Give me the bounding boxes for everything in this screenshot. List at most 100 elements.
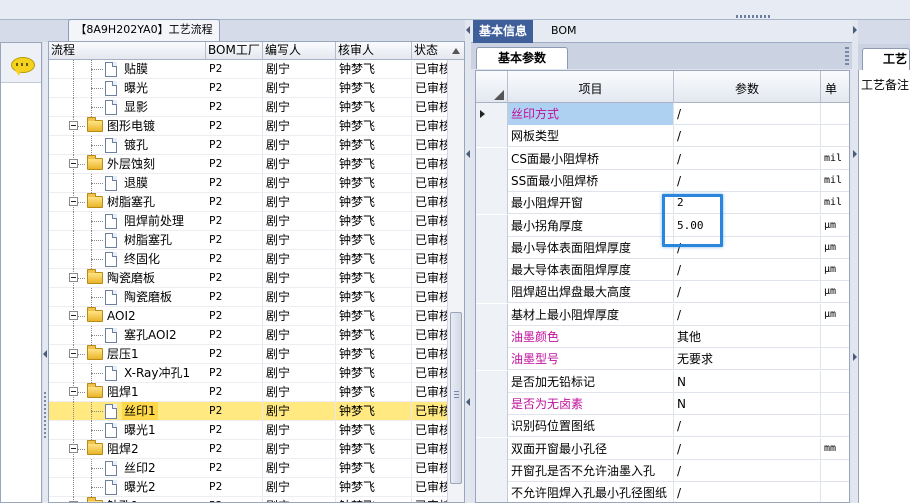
tree-row[interactable]: 贴膜 P2 剧宁 钟梦飞 已审核 xyxy=(49,60,448,79)
param-row[interactable]: 识别码位置图纸 / xyxy=(476,415,849,438)
tab-basic-info[interactable]: 基本信息 xyxy=(473,20,534,43)
param-row[interactable]: SS面最小阻焊桥 / mil xyxy=(476,169,849,192)
tree-row[interactable]: 曝光1 P2 剧宁 钟梦飞 已审核 xyxy=(49,421,448,440)
row-indicator[interactable] xyxy=(476,415,508,438)
param-value-cell[interactable]: 其他 xyxy=(674,326,821,348)
param-row[interactable]: 丝印方式 / xyxy=(476,103,849,125)
param-value-cell[interactable]: N xyxy=(674,392,821,415)
param-row[interactable]: 油墨颜色 其他 xyxy=(476,326,849,348)
tree-node-label[interactable]: 外层蚀刻 xyxy=(107,155,155,173)
tree-row[interactable]: 曝光2 P2 剧宁 钟梦飞 已审核 xyxy=(49,478,448,497)
tree-row[interactable]: 阻焊1 P2 剧宁 钟梦飞 已审核 xyxy=(49,383,448,402)
col-header-flow[interactable]: 流程 xyxy=(49,42,206,60)
row-indicator[interactable] xyxy=(476,281,508,304)
row-indicator[interactable] xyxy=(476,147,508,170)
tree-row[interactable]: 阻焊前处理 P2 剧宁 钟梦飞 已审核 xyxy=(49,212,448,231)
param-row[interactable]: 基材上最小阻焊厚度 / μm xyxy=(476,303,849,326)
param-value-cell[interactable]: / xyxy=(674,482,821,502)
row-indicator[interactable] xyxy=(476,370,508,393)
process-panel-title[interactable]: 【8A9H202YA0】工艺流程 xyxy=(68,19,220,41)
tree-row[interactable]: X-Ray冲孔1 P2 剧宁 钟梦飞 已审核 xyxy=(49,364,448,383)
col-header-reviewer[interactable]: 核审人 xyxy=(336,42,412,60)
param-value-cell[interactable]: / xyxy=(674,147,821,170)
tab-process[interactable]: 工艺 xyxy=(862,48,910,70)
param-value-cell[interactable]: / xyxy=(674,415,821,438)
col-header-item[interactable]: 项目 xyxy=(508,71,674,103)
tree-node-label[interactable]: 陶瓷磨板 xyxy=(124,288,172,306)
tree-row[interactable]: 退膜 P2 剧宁 钟梦飞 已审核 xyxy=(49,174,448,193)
param-value-cell[interactable]: / xyxy=(674,259,821,282)
param-row[interactable]: 开窗孔是否不允许油墨入孔 / xyxy=(476,459,849,482)
collapse-toggle-icon[interactable] xyxy=(69,197,78,206)
tree-node-label[interactable]: 树脂塞孔 xyxy=(124,231,172,249)
param-value-cell[interactable]: / xyxy=(674,169,821,192)
collapse-arrow-icon[interactable] xyxy=(466,398,470,406)
param-value-cell[interactable]: / xyxy=(674,125,821,148)
row-indicator[interactable] xyxy=(476,459,508,482)
row-indicator[interactable] xyxy=(476,169,508,192)
col-header-writer[interactable]: 编写人 xyxy=(263,42,336,60)
param-value-cell[interactable]: N xyxy=(674,370,821,393)
param-row[interactable]: 油墨型号 无要求 xyxy=(476,348,849,371)
tree-row[interactable]: 阻焊2 P2 剧宁 钟梦飞 已审核 xyxy=(49,440,448,459)
tree-node-label[interactable]: 图形电镀 xyxy=(107,117,155,135)
sort-ascending-icon[interactable] xyxy=(452,48,460,54)
tab-basic-params[interactable]: 基本参数 xyxy=(476,47,568,69)
collapse-toggle-icon[interactable] xyxy=(69,349,78,358)
param-value-cell[interactable]: 无要求 xyxy=(674,348,821,371)
col-header-bom-factory[interactable]: BOM工厂 xyxy=(206,42,263,60)
tree-node-label[interactable]: 曝光1 xyxy=(124,421,156,439)
tree-node-label[interactable]: AOI2 xyxy=(107,307,136,325)
row-indicator[interactable] xyxy=(476,348,508,371)
current-row-indicator-icon[interactable] xyxy=(476,103,508,125)
tab-bom[interactable]: BOM xyxy=(545,20,583,43)
tree-row[interactable]: 曝光 P2 剧宁 钟梦飞 已审核 xyxy=(49,79,448,98)
param-value-cell[interactable]: / xyxy=(674,437,821,460)
expand-arrow-icon[interactable] xyxy=(853,150,857,158)
row-indicator[interactable] xyxy=(476,326,508,348)
row-indicator[interactable] xyxy=(476,259,508,282)
panel-grip[interactable] xyxy=(736,15,770,18)
param-row[interactable]: 网板类型 / xyxy=(476,125,849,148)
tree-node-label[interactable]: 丝印1 xyxy=(122,402,158,420)
col-header-param[interactable]: 参数 xyxy=(674,71,821,103)
param-value-cell[interactable]: / xyxy=(674,103,821,125)
collapse-toggle-icon[interactable] xyxy=(69,387,78,396)
scrollbar-thumb[interactable] xyxy=(450,312,462,484)
row-indicator[interactable] xyxy=(476,303,508,326)
expand-arrow-icon[interactable] xyxy=(853,353,857,361)
tree-row[interactable]: 层压1 P2 剧宁 钟梦飞 已审核 xyxy=(49,345,448,364)
tree-node-label[interactable]: 曝光2 xyxy=(124,478,156,496)
param-row[interactable]: 双面开窗最小孔径 / mm xyxy=(476,437,849,460)
tree-row[interactable]: 终固化 P2 剧宁 钟梦飞 已审核 xyxy=(49,250,448,269)
tree-node-label[interactable]: 陶瓷磨板 xyxy=(107,269,155,287)
collapse-arrow-icon[interactable] xyxy=(466,150,470,158)
tree-row[interactable]: 陶瓷磨板 P2 剧宁 钟梦飞 已审核 xyxy=(49,288,448,307)
tree-row[interactable]: 显影 P2 剧宁 钟梦飞 已审核 xyxy=(49,98,448,117)
param-row[interactable]: 不允许阻焊入孔最小孔径图纸 / xyxy=(476,482,849,502)
param-row[interactable]: 是否为无卤素 N xyxy=(476,392,849,415)
splitter-grip[interactable] xyxy=(44,392,46,440)
collapse-left-arrow-icon[interactable] xyxy=(43,350,47,358)
row-indicator[interactable] xyxy=(476,392,508,415)
tree-row[interactable]: 陶瓷磨板 P2 剧宁 钟梦飞 已审核 xyxy=(49,269,448,288)
row-indicator[interactable] xyxy=(476,437,508,460)
tree-node-label[interactable]: 贴膜 xyxy=(124,60,148,78)
tree-row[interactable]: 外层蚀刻 P2 剧宁 钟梦飞 已审核 xyxy=(49,155,448,174)
tree-node-label[interactable]: 层压1 xyxy=(107,345,139,363)
tree-node-label[interactable]: 镀孔 xyxy=(124,136,148,154)
collapse-toggle-icon[interactable] xyxy=(69,121,78,130)
row-indicator[interactable] xyxy=(476,125,508,148)
process-tree-scrollbar[interactable] xyxy=(447,60,464,502)
tree-row[interactable]: 树脂塞孔 P2 剧宁 钟梦飞 已审核 xyxy=(49,231,448,250)
chat-icon[interactable] xyxy=(11,57,35,76)
tree-node-label[interactable]: 钻孔1 xyxy=(107,497,139,502)
param-row[interactable]: 是否加无铅标记 N xyxy=(476,370,849,393)
tree-node-label[interactable]: 终固化 xyxy=(124,250,160,268)
tree-node-label[interactable]: 阻焊2 xyxy=(107,440,139,458)
tree-row[interactable]: 塞孔AOI2 P2 剧宁 钟梦飞 已审核 xyxy=(49,326,448,345)
param-value-cell[interactable]: / xyxy=(674,459,821,482)
tree-row[interactable]: 丝印1 P2 剧宁 钟梦飞 已审核 xyxy=(49,402,448,421)
collapse-arrow-icon[interactable] xyxy=(466,26,470,34)
param-row[interactable]: 阻焊超出焊盘最大高度 / μm xyxy=(476,281,849,304)
